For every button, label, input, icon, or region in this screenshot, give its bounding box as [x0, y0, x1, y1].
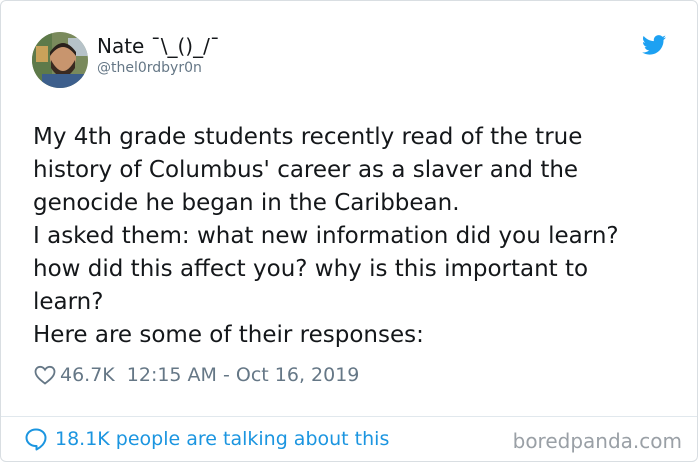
tweet-author-header[interactable]: Nate ¯\_()_/¯ @thel0rdbyr0n — [32, 32, 220, 88]
tweet-timestamp[interactable]: 12:15 AM - Oct 16, 2019 — [127, 364, 360, 386]
tweet-card: Nate ¯\_()_/¯ @thel0rdbyr0n My 4th grade… — [0, 0, 698, 462]
tweet-line: I asked them: what new information did y… — [33, 223, 619, 249]
like-count[interactable]: 46.7K — [60, 364, 115, 386]
conversation-label[interactable]: 18.1K people are talking about this — [55, 428, 389, 450]
tweet-line: history of Columbus' career as a slaver … — [33, 157, 579, 183]
divider — [1, 416, 697, 417]
tweet-line: how did this affect you? why is this imp… — [33, 256, 589, 282]
tweet-body: My 4th grade students recently read of t… — [33, 121, 673, 352]
tweet-line: Here are some of their responses: — [33, 322, 424, 348]
user-handle[interactable]: @thel0rdbyr0n — [97, 58, 220, 78]
tweet-line: learn? — [33, 289, 104, 315]
watermark: boredpanda.com — [512, 429, 682, 453]
tweet-line: My 4th grade students recently read of t… — [33, 124, 583, 150]
display-name[interactable]: Nate ¯\_()_/¯ — [97, 34, 220, 58]
avatar[interactable] — [32, 32, 88, 88]
tweet-line: genocide he began in the Caribbean. — [33, 190, 460, 216]
heart-icon[interactable] — [34, 365, 56, 385]
tweet-meta: 46.7K 12:15 AM - Oct 16, 2019 — [34, 364, 359, 386]
twitter-bird-icon[interactable] — [642, 35, 666, 55]
conversation-link[interactable]: 18.1K people are talking about this — [24, 427, 389, 451]
speech-bubble-icon — [24, 427, 48, 451]
